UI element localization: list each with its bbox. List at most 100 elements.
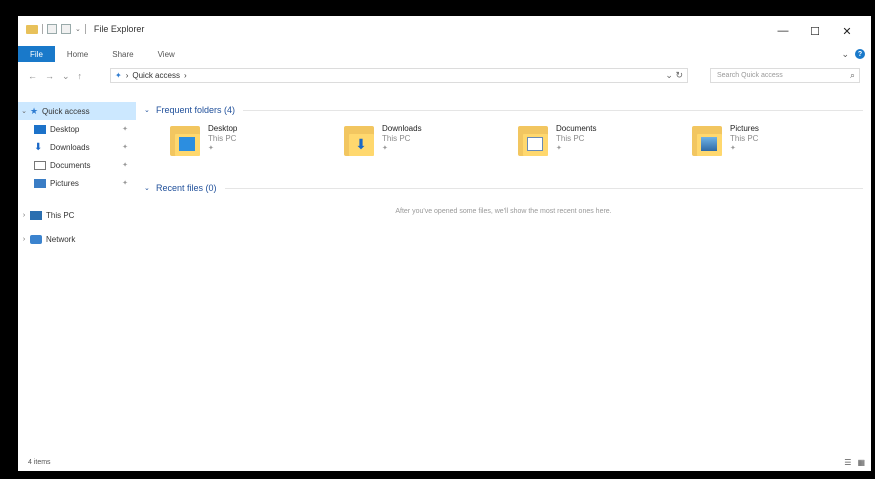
tab-view[interactable]: View <box>146 46 187 62</box>
folder-location: This PC <box>730 134 759 143</box>
frequent-folders-title: Frequent folders (4) <box>156 105 236 115</box>
navigation-bar: ← → ⌄ ↑ ✦ › Quick access › ⌄ ↻ Search Qu… <box>18 66 871 86</box>
folder-name: Desktop <box>208 124 238 133</box>
document-icon <box>34 160 46 170</box>
chevron-down-icon[interactable]: ⌄ <box>18 107 30 115</box>
sidebar-item-label: Documents <box>50 160 91 170</box>
folder-name: Pictures <box>730 124 759 133</box>
refresh-icon[interactable]: ↻ <box>675 70 683 80</box>
pin-icon: ✦ <box>382 145 388 152</box>
pin-icon: ✦ <box>208 145 214 152</box>
sidebar-item-label: Desktop <box>50 124 80 134</box>
file-explorer-window: ⌄ File Explorer — ☐ ✕ File Home Share Vi… <box>18 16 871 471</box>
folder-name: Downloads <box>382 124 422 133</box>
folder-location: This PC <box>382 134 411 143</box>
folder-icon <box>518 122 548 156</box>
divider <box>84 24 86 34</box>
sidebar-item-desktop[interactable]: Desktop ✦ <box>18 120 136 138</box>
sidebar-item-quick-access[interactable]: ⌄ ★ Quick access <box>18 102 136 120</box>
status-bar: 4 items ☰ ▦ <box>18 453 871 471</box>
sidebar-item-label: Network <box>46 234 76 244</box>
tab-file[interactable]: File <box>18 46 55 62</box>
properties-icon[interactable] <box>47 24 57 34</box>
window-title: File Explorer <box>93 24 145 34</box>
tab-home[interactable]: Home <box>55 46 100 62</box>
recent-files-header[interactable]: ⌄ Recent files (0) <box>144 180 863 196</box>
recent-files-empty-message: After you've opened some files, we'll sh… <box>395 208 612 215</box>
address-sep-icon: › <box>125 71 129 80</box>
folder-location: This PC <box>208 134 237 143</box>
sidebar-item-documents[interactable]: Documents ✦ <box>18 156 136 174</box>
minimize-button[interactable]: — <box>767 20 799 42</box>
divider <box>42 24 43 34</box>
sidebar-item-pictures[interactable]: Pictures ✦ <box>18 174 136 192</box>
search-icon[interactable]: ⌕ <box>850 70 855 81</box>
desktop-icon <box>34 124 46 134</box>
forward-button[interactable]: → <box>45 71 54 82</box>
chevron-right-icon[interactable]: › <box>18 236 30 243</box>
ribbon-help-area: ⌄ ? <box>841 46 865 62</box>
up-button[interactable]: ↑ <box>78 71 83 82</box>
folder-tile-documents[interactable]: Documents This PC ✦ <box>492 122 666 180</box>
chevron-right-icon[interactable]: › <box>18 212 30 219</box>
expand-ribbon-icon[interactable]: ⌄ <box>841 49 849 60</box>
sidebar-item-downloads[interactable]: ⬇ Downloads ✦ <box>18 138 136 156</box>
folder-tile-desktop[interactable]: Desktop This PC ✦ <box>144 122 318 180</box>
quick-access-toolbar: ⌄ File Explorer <box>26 24 144 34</box>
large-icons-view-icon[interactable]: ▦ <box>857 458 865 467</box>
new-folder-icon[interactable] <box>61 24 71 34</box>
folder-tile-downloads[interactable]: ⬇ Downloads This PC ✦ <box>318 122 492 180</box>
frequent-folders-header[interactable]: ⌄ Frequent folders (4) <box>144 102 863 118</box>
folder-icon <box>170 122 200 156</box>
help-icon[interactable]: ? <box>855 49 865 59</box>
refresh-button[interactable]: ⌄ ↻ <box>665 70 683 81</box>
pictures-icon <box>34 178 46 188</box>
pin-icon: ✦ <box>730 145 736 152</box>
folder-icon <box>26 24 38 34</box>
maximize-button[interactable]: ☐ <box>799 20 831 42</box>
close-button[interactable]: ✕ <box>831 20 863 42</box>
back-button[interactable]: ← <box>28 71 37 82</box>
qat-dropdown-icon[interactable]: ⌄ <box>75 25 81 33</box>
details-view-icon[interactable]: ☰ <box>844 458 851 467</box>
pin-icon: ✦ <box>556 145 562 152</box>
star-icon: ★ <box>30 105 39 116</box>
folder-name: Documents <box>556 124 597 133</box>
address-path[interactable]: Quick access <box>132 71 180 80</box>
address-sep-icon: › <box>183 71 187 80</box>
title-bar: ⌄ File Explorer — ☐ ✕ <box>18 16 871 46</box>
address-bar[interactable]: ✦ › Quick access › ⌄ ↻ <box>110 68 688 83</box>
folder-icon: ⬇ <box>344 122 374 156</box>
quick-access-icon: ✦ <box>115 71 122 80</box>
folder-tile-pictures[interactable]: Pictures This PC ✦ <box>666 122 840 180</box>
window-controls: — ☐ ✕ <box>767 20 863 42</box>
search-input[interactable]: Search Quick access ⌕ <box>710 68 860 83</box>
pin-icon: ✦ <box>122 162 128 169</box>
address-dropdown-icon[interactable]: ⌄ <box>665 70 673 80</box>
computer-icon <box>30 210 42 220</box>
pin-icon: ✦ <box>122 126 128 133</box>
chevron-down-icon[interactable]: ⌄ <box>144 106 156 114</box>
sidebar-item-label: This PC <box>46 210 75 220</box>
sidebar-item-this-pc[interactable]: › This PC <box>18 206 136 224</box>
frequent-folders-list: Desktop This PC ✦ ⬇ Downloads This PC ✦ <box>144 122 863 180</box>
nav-buttons: ← → ⌄ ↑ <box>28 71 82 82</box>
sidebar-item-label: Downloads <box>50 142 90 152</box>
view-switcher: ☰ ▦ <box>844 458 865 467</box>
folder-icon <box>692 122 722 156</box>
main-content: ⌄ Frequent folders (4) Desktop This PC ✦ <box>144 102 863 447</box>
search-placeholder: Search Quick access <box>717 72 783 79</box>
navigation-pane: ⌄ ★ Quick access Desktop ✦ ⬇ Downloads ✦… <box>18 102 136 447</box>
sidebar-item-network[interactable]: › Network <box>18 230 136 248</box>
divider <box>243 109 863 111</box>
sidebar-item-label: Pictures <box>50 178 79 188</box>
network-icon <box>30 234 42 244</box>
divider <box>224 187 863 189</box>
folder-location: This PC <box>556 134 585 143</box>
download-icon: ⬇ <box>34 141 43 153</box>
chevron-down-icon[interactable]: ⌄ <box>144 184 156 192</box>
ribbon-tabs: File Home Share View ⌄ ? <box>18 46 871 62</box>
tab-share[interactable]: Share <box>100 46 145 62</box>
recent-files-title: Recent files (0) <box>156 183 217 193</box>
recent-locations-icon[interactable]: ⌄ <box>62 71 70 82</box>
